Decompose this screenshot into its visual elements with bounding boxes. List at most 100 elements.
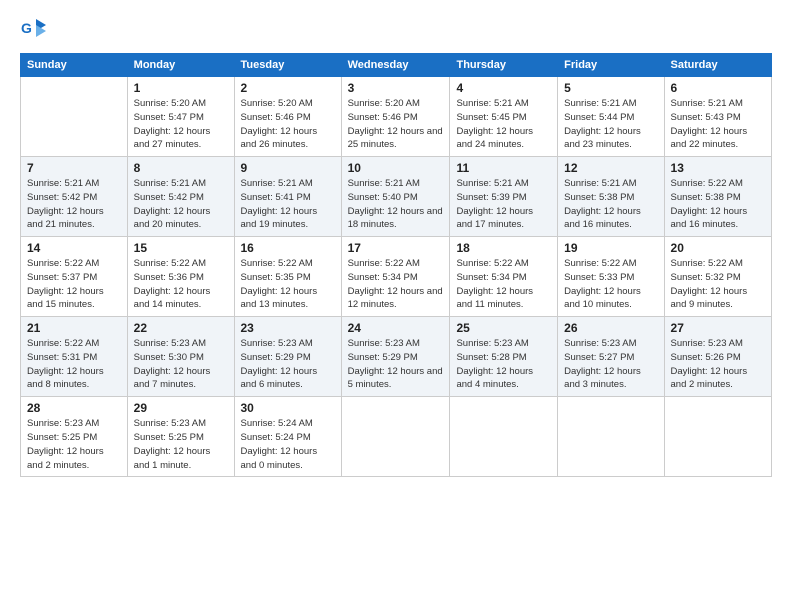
day-number: 26 bbox=[564, 321, 657, 335]
cell-4-1: 21 Sunrise: 5:22 AMSunset: 5:31 PMDayligh… bbox=[21, 317, 128, 397]
day-number: 16 bbox=[241, 241, 335, 255]
cell-4-6: 26 Sunrise: 5:23 AMSunset: 5:27 PMDayligh… bbox=[558, 317, 664, 397]
day-info: Sunrise: 5:21 AMSunset: 5:44 PMDaylight:… bbox=[564, 97, 657, 152]
day-info: Sunrise: 5:22 AMSunset: 5:36 PMDaylight:… bbox=[134, 257, 228, 312]
cell-3-4: 17 Sunrise: 5:22 AMSunset: 5:34 PMDayligh… bbox=[341, 237, 450, 317]
day-info: Sunrise: 5:22 AMSunset: 5:35 PMDaylight:… bbox=[241, 257, 335, 312]
day-number: 12 bbox=[564, 161, 657, 175]
cell-1-1 bbox=[21, 77, 128, 157]
day-number: 22 bbox=[134, 321, 228, 335]
day-number: 29 bbox=[134, 401, 228, 415]
cell-4-7: 27Sunrise: 5:23 AMSunset: 5:26 PMDayligh… bbox=[664, 317, 771, 397]
cell-2-1: 7 Sunrise: 5:21 AMSunset: 5:42 PMDaylight… bbox=[21, 157, 128, 237]
day-number: 8 bbox=[134, 161, 228, 175]
day-number: 18 bbox=[456, 241, 551, 255]
cell-4-5: 25 Sunrise: 5:23 AMSunset: 5:28 PMDayligh… bbox=[450, 317, 558, 397]
day-info: Sunrise: 5:23 AMSunset: 5:29 PMDaylight:… bbox=[348, 337, 444, 392]
day-info: Sunrise: 5:22 AMSunset: 5:37 PMDaylight:… bbox=[27, 257, 121, 312]
day-number: 14 bbox=[27, 241, 121, 255]
day-info: Sunrise: 5:20 AMSunset: 5:47 PMDaylight:… bbox=[134, 97, 228, 152]
day-info: Sunrise: 5:21 AMSunset: 5:45 PMDaylight:… bbox=[456, 97, 551, 152]
day-info: Sunrise: 5:21 AMSunset: 5:39 PMDaylight:… bbox=[456, 177, 551, 232]
cell-3-7: 20 Sunrise: 5:22 AMSunset: 5:32 PMDayligh… bbox=[664, 237, 771, 317]
day-info: Sunrise: 5:23 AMSunset: 5:25 PMDaylight:… bbox=[27, 417, 121, 472]
cell-2-4: 10 Sunrise: 5:21 AMSunset: 5:40 PMDayligh… bbox=[341, 157, 450, 237]
day-info: Sunrise: 5:23 AMSunset: 5:28 PMDaylight:… bbox=[456, 337, 551, 392]
day-number: 2 bbox=[241, 81, 335, 95]
cell-4-3: 23 Sunrise: 5:23 AMSunset: 5:29 PMDayligh… bbox=[234, 317, 341, 397]
day-info: Sunrise: 5:23 AMSunset: 5:27 PMDaylight:… bbox=[564, 337, 657, 392]
col-header-wednesday: Wednesday bbox=[341, 54, 450, 77]
day-info: Sunrise: 5:21 AMSunset: 5:43 PMDaylight:… bbox=[671, 97, 765, 152]
cell-4-4: 24 Sunrise: 5:23 AMSunset: 5:29 PMDayligh… bbox=[341, 317, 450, 397]
day-info: Sunrise: 5:21 AMSunset: 5:41 PMDaylight:… bbox=[241, 177, 335, 232]
cell-1-5: 4 Sunrise: 5:21 AMSunset: 5:45 PMDaylight… bbox=[450, 77, 558, 157]
day-number: 24 bbox=[348, 321, 444, 335]
day-info: Sunrise: 5:21 AMSunset: 5:42 PMDaylight:… bbox=[134, 177, 228, 232]
header-row: SundayMondayTuesdayWednesdayThursdayFrid… bbox=[21, 54, 772, 77]
col-header-tuesday: Tuesday bbox=[234, 54, 341, 77]
col-header-saturday: Saturday bbox=[664, 54, 771, 77]
day-number: 7 bbox=[27, 161, 121, 175]
col-header-monday: Monday bbox=[127, 54, 234, 77]
cell-3-6: 19 Sunrise: 5:22 AMSunset: 5:33 PMDayligh… bbox=[558, 237, 664, 317]
day-number: 17 bbox=[348, 241, 444, 255]
day-number: 21 bbox=[27, 321, 121, 335]
day-number: 4 bbox=[456, 81, 551, 95]
cell-1-6: 5 Sunrise: 5:21 AMSunset: 5:44 PMDaylight… bbox=[558, 77, 664, 157]
day-number: 19 bbox=[564, 241, 657, 255]
cell-3-5: 18 Sunrise: 5:22 AMSunset: 5:34 PMDayligh… bbox=[450, 237, 558, 317]
page: G SundayMondayTuesdayWednesdayThursdayFr… bbox=[0, 0, 792, 612]
day-number: 5 bbox=[564, 81, 657, 95]
day-number: 6 bbox=[671, 81, 765, 95]
cell-5-4 bbox=[341, 397, 450, 477]
day-info: Sunrise: 5:22 AMSunset: 5:34 PMDaylight:… bbox=[456, 257, 551, 312]
cell-5-6 bbox=[558, 397, 664, 477]
cell-1-4: 3 Sunrise: 5:20 AMSunset: 5:46 PMDaylight… bbox=[341, 77, 450, 157]
cell-3-1: 14 Sunrise: 5:22 AMSunset: 5:37 PMDayligh… bbox=[21, 237, 128, 317]
day-number: 27 bbox=[671, 321, 765, 335]
day-number: 3 bbox=[348, 81, 444, 95]
day-info: Sunrise: 5:22 AMSunset: 5:38 PMDaylight:… bbox=[671, 177, 765, 232]
cell-5-1: 28 Sunrise: 5:23 AMSunset: 5:25 PMDayligh… bbox=[21, 397, 128, 477]
day-number: 25 bbox=[456, 321, 551, 335]
cell-5-5 bbox=[450, 397, 558, 477]
col-header-friday: Friday bbox=[558, 54, 664, 77]
day-info: Sunrise: 5:20 AMSunset: 5:46 PMDaylight:… bbox=[348, 97, 444, 152]
day-info: Sunrise: 5:23 AMSunset: 5:29 PMDaylight:… bbox=[241, 337, 335, 392]
cell-2-6: 12 Sunrise: 5:21 AMSunset: 5:38 PMDayligh… bbox=[558, 157, 664, 237]
day-info: Sunrise: 5:21 AMSunset: 5:42 PMDaylight:… bbox=[27, 177, 121, 232]
cell-5-7 bbox=[664, 397, 771, 477]
col-header-thursday: Thursday bbox=[450, 54, 558, 77]
day-info: Sunrise: 5:20 AMSunset: 5:46 PMDaylight:… bbox=[241, 97, 335, 152]
calendar-table: SundayMondayTuesdayWednesdayThursdayFrid… bbox=[20, 53, 772, 477]
cell-5-2: 29 Sunrise: 5:23 AMSunset: 5:25 PMDayligh… bbox=[127, 397, 234, 477]
col-header-sunday: Sunday bbox=[21, 54, 128, 77]
cell-2-7: 13 Sunrise: 5:22 AMSunset: 5:38 PMDayligh… bbox=[664, 157, 771, 237]
cell-4-2: 22 Sunrise: 5:23 AMSunset: 5:30 PMDayligh… bbox=[127, 317, 234, 397]
day-number: 9 bbox=[241, 161, 335, 175]
day-number: 10 bbox=[348, 161, 444, 175]
svg-text:G: G bbox=[21, 20, 32, 36]
cell-5-3: 30Sunrise: 5:24 AMSunset: 5:24 PMDayligh… bbox=[234, 397, 341, 477]
day-info: Sunrise: 5:21 AMSunset: 5:40 PMDaylight:… bbox=[348, 177, 444, 232]
week-row-3: 14 Sunrise: 5:22 AMSunset: 5:37 PMDayligh… bbox=[21, 237, 772, 317]
day-number: 13 bbox=[671, 161, 765, 175]
day-info: Sunrise: 5:22 AMSunset: 5:32 PMDaylight:… bbox=[671, 257, 765, 312]
week-row-1: 1Sunrise: 5:20 AMSunset: 5:47 PMDaylight… bbox=[21, 77, 772, 157]
day-info: Sunrise: 5:22 AMSunset: 5:31 PMDaylight:… bbox=[27, 337, 121, 392]
day-number: 23 bbox=[241, 321, 335, 335]
day-info: Sunrise: 5:22 AMSunset: 5:33 PMDaylight:… bbox=[564, 257, 657, 312]
cell-1-7: 6 Sunrise: 5:21 AMSunset: 5:43 PMDaylight… bbox=[664, 77, 771, 157]
day-info: Sunrise: 5:21 AMSunset: 5:38 PMDaylight:… bbox=[564, 177, 657, 232]
day-info: Sunrise: 5:24 AMSunset: 5:24 PMDaylight:… bbox=[241, 417, 335, 472]
cell-1-3: 2 Sunrise: 5:20 AMSunset: 5:46 PMDaylight… bbox=[234, 77, 341, 157]
week-row-4: 21 Sunrise: 5:22 AMSunset: 5:31 PMDayligh… bbox=[21, 317, 772, 397]
cell-1-2: 1Sunrise: 5:20 AMSunset: 5:47 PMDaylight… bbox=[127, 77, 234, 157]
day-number: 28 bbox=[27, 401, 121, 415]
day-info: Sunrise: 5:23 AMSunset: 5:25 PMDaylight:… bbox=[134, 417, 228, 472]
day-info: Sunrise: 5:22 AMSunset: 5:34 PMDaylight:… bbox=[348, 257, 444, 312]
day-info: Sunrise: 5:23 AMSunset: 5:30 PMDaylight:… bbox=[134, 337, 228, 392]
day-number: 20 bbox=[671, 241, 765, 255]
cell-2-3: 9 Sunrise: 5:21 AMSunset: 5:41 PMDaylight… bbox=[234, 157, 341, 237]
